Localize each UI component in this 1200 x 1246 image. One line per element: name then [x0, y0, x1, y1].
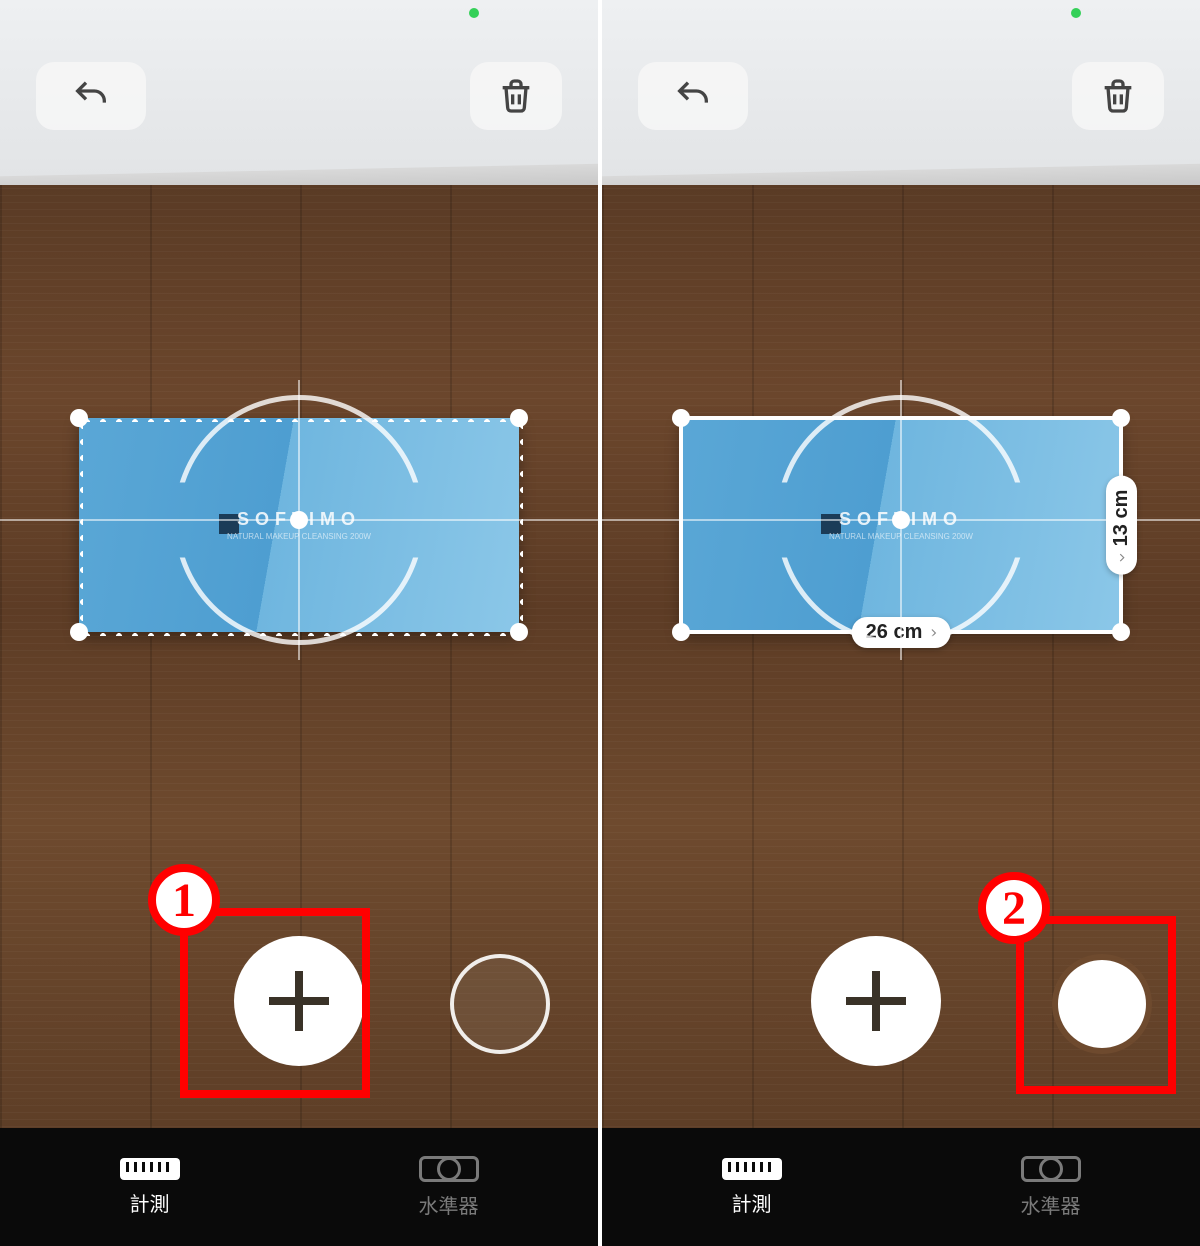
measurement-height[interactable]: 13 cm	[1106, 476, 1137, 575]
handle-tl[interactable]	[672, 409, 690, 427]
handle-bl[interactable]	[672, 623, 690, 641]
tab-measure-label: 計測	[130, 1188, 170, 1217]
selection-handle-bl[interactable]	[70, 623, 88, 641]
tab-measure[interactable]: 計測	[0, 1128, 299, 1246]
clear-button[interactable]	[470, 62, 562, 130]
shutter-button[interactable]	[450, 954, 550, 1054]
level-icon	[419, 1156, 479, 1182]
tab-level[interactable]: 水準器	[299, 1128, 598, 1246]
callout-box-1	[180, 908, 370, 1098]
level-icon	[1021, 1156, 1081, 1182]
handle-br[interactable]	[1112, 623, 1130, 641]
measurement-height-value: 13 cm	[1110, 490, 1133, 547]
measure-reticle	[776, 395, 1026, 645]
tab-level[interactable]: 水準器	[901, 1128, 1200, 1246]
undo-button[interactable]	[638, 62, 748, 130]
selection-handle-tl[interactable]	[70, 409, 88, 427]
callout-box-2	[1016, 916, 1176, 1094]
chevron-right-icon	[1115, 550, 1129, 564]
add-point-button[interactable]	[811, 936, 941, 1066]
callout-number-1: 1	[148, 864, 220, 936]
tab-level-label: 水準器	[419, 1190, 479, 1219]
reticle-center-dot	[892, 511, 910, 529]
tab-level-label: 水準器	[1021, 1190, 1081, 1219]
undo-button[interactable]	[36, 62, 146, 130]
trash-icon	[496, 76, 536, 116]
tab-bar: 計測 水準器	[0, 1128, 598, 1246]
ruler-icon	[120, 1158, 180, 1180]
measure-reticle	[174, 395, 424, 645]
camera-active-dot	[469, 8, 479, 18]
ruler-icon	[722, 1158, 782, 1180]
handle-tr[interactable]	[1112, 409, 1130, 427]
tab-measure[interactable]: 計測	[602, 1128, 901, 1246]
tab-bar: 計測 水準器	[602, 1128, 1200, 1246]
callout-number-2: 2	[978, 872, 1050, 944]
phone-right: SOFTIMO NATURAL MAKEUP CLEANSING 200W 26…	[602, 0, 1200, 1246]
trash-icon	[1098, 76, 1138, 116]
reticle-center-dot	[290, 511, 308, 529]
selection-handle-tr[interactable]	[510, 409, 528, 427]
tutorial-two-up: SOFTIMO NATURAL MAKEUP CLEANSING 200W 1	[0, 0, 1200, 1246]
undo-icon	[673, 76, 713, 116]
selection-handle-br[interactable]	[510, 623, 528, 641]
undo-icon	[71, 76, 111, 116]
camera-active-dot	[1071, 8, 1081, 18]
tab-measure-label: 計測	[732, 1188, 772, 1217]
phone-left: SOFTIMO NATURAL MAKEUP CLEANSING 200W 1	[0, 0, 598, 1246]
clear-button[interactable]	[1072, 62, 1164, 130]
